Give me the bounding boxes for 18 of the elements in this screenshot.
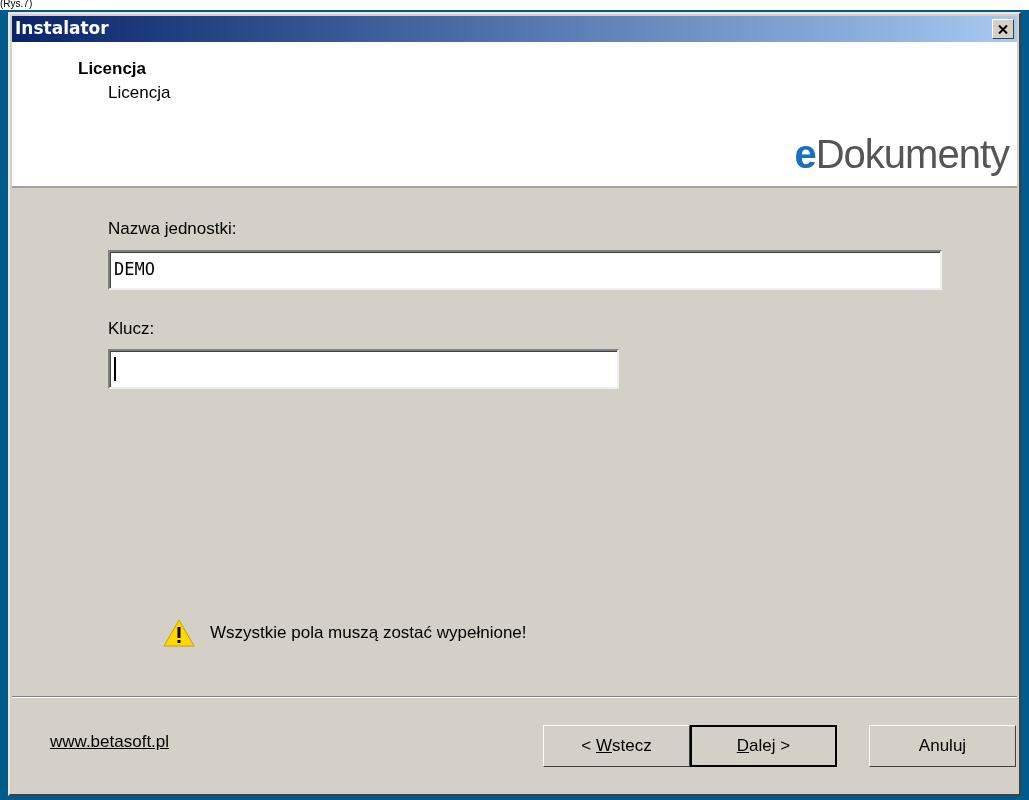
dialog-button[interactable]: < Wstecz	[543, 725, 690, 767]
text-field[interactable]: DEMO	[108, 249, 942, 290]
page-title: Licencja	[78, 58, 147, 80]
text-field[interactable]	[108, 349, 619, 389]
close-button[interactable]	[992, 19, 1014, 39]
warning-icon	[162, 618, 196, 648]
field-label: Klucz:	[108, 317, 156, 340]
dialog-button[interactable]: Anuluj	[869, 725, 1016, 767]
dialog-button[interactable]: Dalej >	[690, 725, 837, 767]
field-label: Nazwa jednostki:	[108, 218, 238, 240]
product-logo: eDokumenty	[794, 131, 1009, 178]
website-link[interactable]: www.betasoft.pl	[50, 729, 170, 755]
figure-caption: (Rys.7)	[0, 0, 33, 10]
text-cursor	[114, 357, 116, 381]
window-title: Instalator	[15, 17, 109, 41]
close-icon	[998, 24, 1008, 34]
page-subtitle: Licencja	[108, 82, 171, 104]
warning-message: Wszystkie pola muszą zostać wypełnione!	[210, 622, 527, 645]
